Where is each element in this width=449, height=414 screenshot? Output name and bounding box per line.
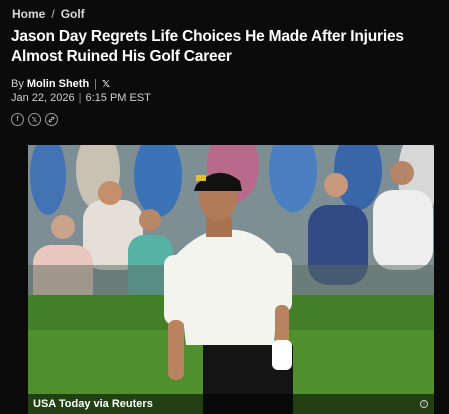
x-icon[interactable]: 𝕏 xyxy=(28,113,41,126)
photo-credit-bar: USA Today via Reuters i xyxy=(28,394,434,414)
golfer-photo xyxy=(28,145,434,414)
dateline: Jan 22, 2026 | 6:15 PM EST xyxy=(11,92,151,104)
publish-date: Jan 22, 2026 xyxy=(11,92,75,104)
byline-prefix: By xyxy=(11,78,24,90)
facebook-icon[interactable]: f xyxy=(11,113,24,126)
x-icon[interactable]: 𝕏 xyxy=(102,79,110,90)
breadcrumb-section[interactable]: Golf xyxy=(61,7,85,21)
byline: By Molin Sheth | 𝕏 xyxy=(11,78,110,90)
date-divider: | xyxy=(78,92,82,104)
breadcrumb-separator: / xyxy=(51,7,55,21)
byline-divider: | xyxy=(94,78,98,90)
breadcrumb: Home / Golf xyxy=(12,7,85,21)
breadcrumb-home[interactable]: Home xyxy=(12,7,45,21)
share-bar: f 𝕏 xyxy=(11,113,58,126)
article-hero-image: USA Today via Reuters i xyxy=(28,145,434,414)
article-page: Home / Golf Jason Day Regrets Life Choic… xyxy=(0,0,449,414)
publish-time: 6:15 PM EST xyxy=(85,92,151,104)
author-name[interactable]: Molin Sheth xyxy=(27,78,89,90)
link-icon[interactable] xyxy=(45,113,58,126)
info-icon[interactable]: i xyxy=(420,400,428,408)
article-title: Jason Day Regrets Life Choices He Made A… xyxy=(11,28,404,65)
photo-credit: USA Today via Reuters xyxy=(33,398,153,410)
